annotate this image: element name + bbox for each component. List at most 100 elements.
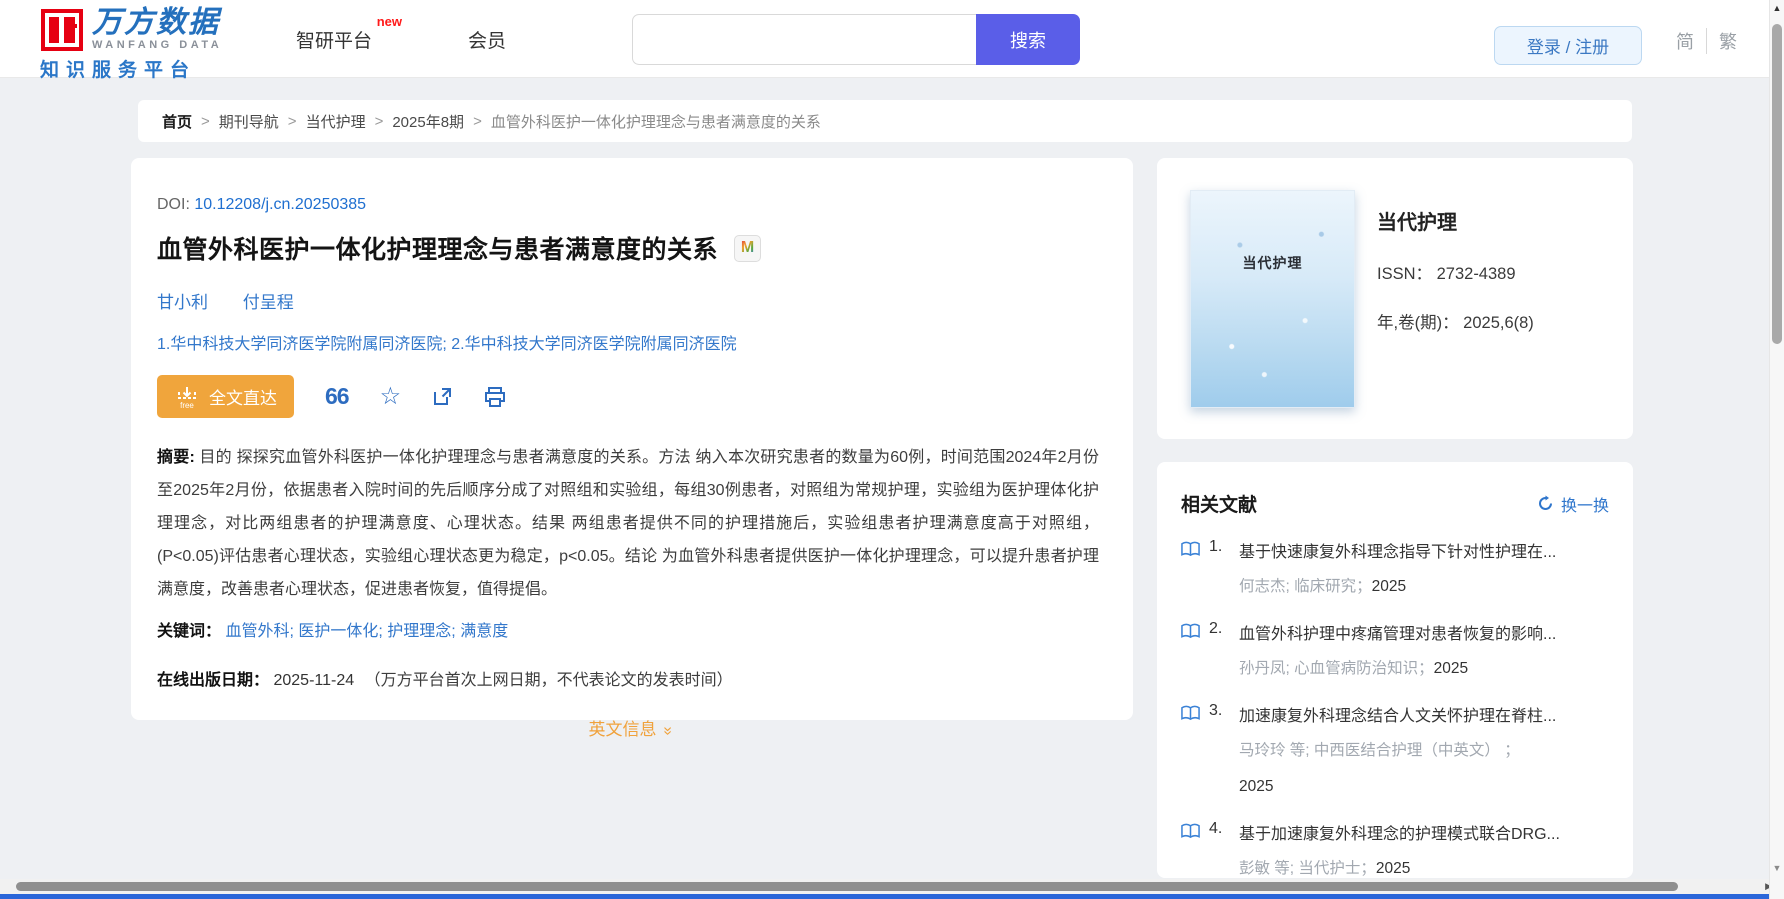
scroll-down-arrow[interactable]: ▼ [1770,863,1784,873]
doi-link[interactable]: 10.12208/j.cn.20250385 [194,196,366,213]
related-item-meta: 彭敏 等; 当代护士；2025 [1239,860,1411,877]
breadcrumb-journal[interactable]: 当代护理 [306,111,366,132]
related-item-year: 2025 [1433,660,1469,677]
refresh-icon [1539,495,1552,510]
affiliations[interactable]: 1.华中科技大学同济医学院附属同济医院; 2.华中科技大学同济医学院附属同济医院 [157,330,1103,354]
article-card: DOI: 10.12208/j.cn.20250385 血管外科医护一体化护理理… [131,158,1133,739]
volume-value: 2025,6(8) [1463,314,1534,332]
online-date-note: （万方平台首次上网日期，不代表论文的发表时间） [364,672,733,689]
journal-name[interactable]: 当代护理 [1377,206,1534,235]
favorite-star-icon[interactable]: ☆ [380,384,402,409]
related-item-number: 1. [1209,538,1223,555]
new-badge: new [376,13,403,29]
lang-simplified[interactable]: 简 [1676,28,1706,54]
nav-item-zhiyan-platform[interactable]: 智研平台 new [296,14,402,53]
article-title: 血管外科医护一体化护理理念与患者满意度的关系 [157,236,719,264]
keywords-label: 关键词： [157,623,222,640]
nav-item-member[interactable]: 会员 [468,26,506,53]
footer-edge [0,894,1784,899]
breadcrumb-separator: > [473,112,482,130]
horizontal-scrollbar-thumb[interactable] [16,882,1678,891]
author-link[interactable]: 付呈程 [243,293,294,312]
search-button[interactable]: 搜索 [976,14,1080,65]
scroll-up-arrow[interactable]: ▲ [1770,3,1784,13]
wanfang-logo[interactable]: 万方数据 WANFANG DATA 知识服务平台 [40,8,222,82]
horizontal-scrollbar[interactable]: ▶ [0,879,1784,894]
related-item-year: 2025 [1375,860,1411,877]
related-item-meta: 何志杰; 临床研究；2025 [1239,578,1407,595]
related-item: 4. 基于加速康复外科理念的护理模式联合DRG... 彭敏 等; 当代护士；20… [1181,820,1609,878]
issn-value: 2732-4389 [1436,265,1516,283]
online-publish-date-row: 在线出版日期： 2025-11-24 （万方平台首次上网日期，不代表论文的发表时… [157,666,1103,690]
related-item-meta: 孙丹凤; 心血管病防治知识；2025 [1239,660,1469,677]
free-download-icon: free [178,386,196,410]
related-item-number: 4. [1209,820,1223,837]
book-icon [1181,705,1200,721]
wanfang-article-page: 万方数据 WANFANG DATA 知识服务平台 智研平台 new 会员 搜索 … [0,0,1784,899]
share-export-icon[interactable] [432,386,453,407]
journal-cover-image[interactable]: 当代护理 [1190,190,1355,408]
author-link[interactable]: 甘小利 [157,293,208,312]
related-item-title[interactable]: 加速康复外科理念结合人文关怀护理在脊柱... [1239,702,1609,726]
related-item-number: 3. [1209,702,1223,719]
issn-label: ISSN： [1377,265,1433,283]
m-badge-icon[interactable]: M [734,234,762,262]
breadcrumb-home[interactable]: 首页 [162,111,192,132]
related-articles-title: 相关文献 [1181,495,1258,516]
related-item: 2. 血管外科护理中疼痛管理对患者恢复的影响... 孙丹凤; 心血管病防治知识；… [1181,620,1609,681]
related-item-year: 2025 [1239,778,1274,795]
book-icon [1181,623,1200,639]
keywords-row: 关键词： 血管外科; 医护一体化; 护理理念; 满意度 [157,617,1103,641]
journal-card: 当代护理 当代护理 ISSN： 2732-4389 年,卷(期)： 2025,6… [1157,158,1633,439]
lang-traditional[interactable]: 繁 [1706,28,1737,54]
journal-issn-row: ISSN： 2732-4389 [1377,260,1534,284]
fulltext-access-button[interactable]: free 全文直达 [157,375,294,418]
online-date-label: 在线出版日期： [157,672,270,689]
authors-row: 甘小利 付呈程 [157,288,1103,313]
breadcrumb-separator: > [374,112,384,130]
journal-volume-row: 年,卷(期)： 2025,6(8) [1377,309,1534,333]
search-input[interactable] [632,14,976,65]
keyword-link[interactable]: 护理理念 [387,623,451,640]
login-register-button[interactable]: 登录 / 注册 [1494,26,1642,65]
wanfang-logo-icon [41,9,83,51]
related-item-year: 2025 [1371,578,1407,595]
keyword-link[interactable]: 满意度 [460,623,508,640]
keyword-separator: ; [378,623,388,640]
svg-text:free: free [180,401,194,410]
breadcrumb-journal-nav[interactable]: 期刊导航 [219,111,279,132]
language-switch: 简 繁 [1676,28,1737,54]
brand-name-en: WANFANG DATA [92,39,223,51]
abstract-label: 摘要: [157,449,195,466]
journal-cover-title: 当代护理 [1242,255,1303,271]
doi-row: DOI: 10.12208/j.cn.20250385 [157,196,1103,214]
vertical-scrollbar[interactable]: ▲ ▼ [1769,0,1784,899]
related-item-title[interactable]: 基于快速康复外科理念指导下针对性护理在... [1239,538,1609,562]
citation-quote-icon[interactable]: 66 [325,385,350,408]
doi-label: DOI: [157,196,190,213]
vertical-scrollbar-thumb[interactable] [1772,24,1782,344]
english-info-toggle[interactable]: 英文信息» [157,715,1103,740]
breadcrumb-separator: > [287,112,297,130]
related-item-number: 2. [1209,620,1223,637]
brand-name-cn: 万方数据 [92,6,220,39]
book-icon [1181,823,1200,839]
keyword-link[interactable]: 血管外科 [225,623,289,640]
abstract-text: 目的 探探究血管外科医护一体化护理理念与患者满意度的关系。方法 纳入本次研究患者… [157,449,1099,598]
related-item: 3. 加速康复外科理念结合人文关怀护理在脊柱... 马玲玲 等; 中西医结合护理… [1181,702,1609,799]
related-item-meta: 马玲玲 等; 中西医结合护理（中英文） ； 2025 [1239,739,1609,799]
book-icon [1181,541,1200,557]
online-date-value: 2025-11-24 [273,672,355,689]
related-item-title[interactable]: 基于加速康复外科理念的护理模式联合DRG... [1239,820,1609,844]
print-icon[interactable] [484,386,506,408]
breadcrumb-separator: > [201,112,210,130]
breadcrumb-issue[interactable]: 2025年8期 [392,111,464,132]
search-bar: 搜索 [632,14,1080,65]
related-articles-card: 相关文献 换一换 1. 基于快速康复外科理念指导下针对性护理在... 何志杰; … [1157,462,1633,878]
related-item-title[interactable]: 血管外科护理中疼痛管理对患者恢复的影响... [1239,620,1609,644]
header-nav: 智研平台 new 会员 [296,0,506,78]
volume-label: 年,卷(期)： [1377,314,1459,332]
keyword-link[interactable]: 医护一体化 [298,623,378,640]
refresh-related-button[interactable]: 换一换 [1537,492,1609,516]
brand-subtitle: 知识服务平台 [40,60,197,81]
